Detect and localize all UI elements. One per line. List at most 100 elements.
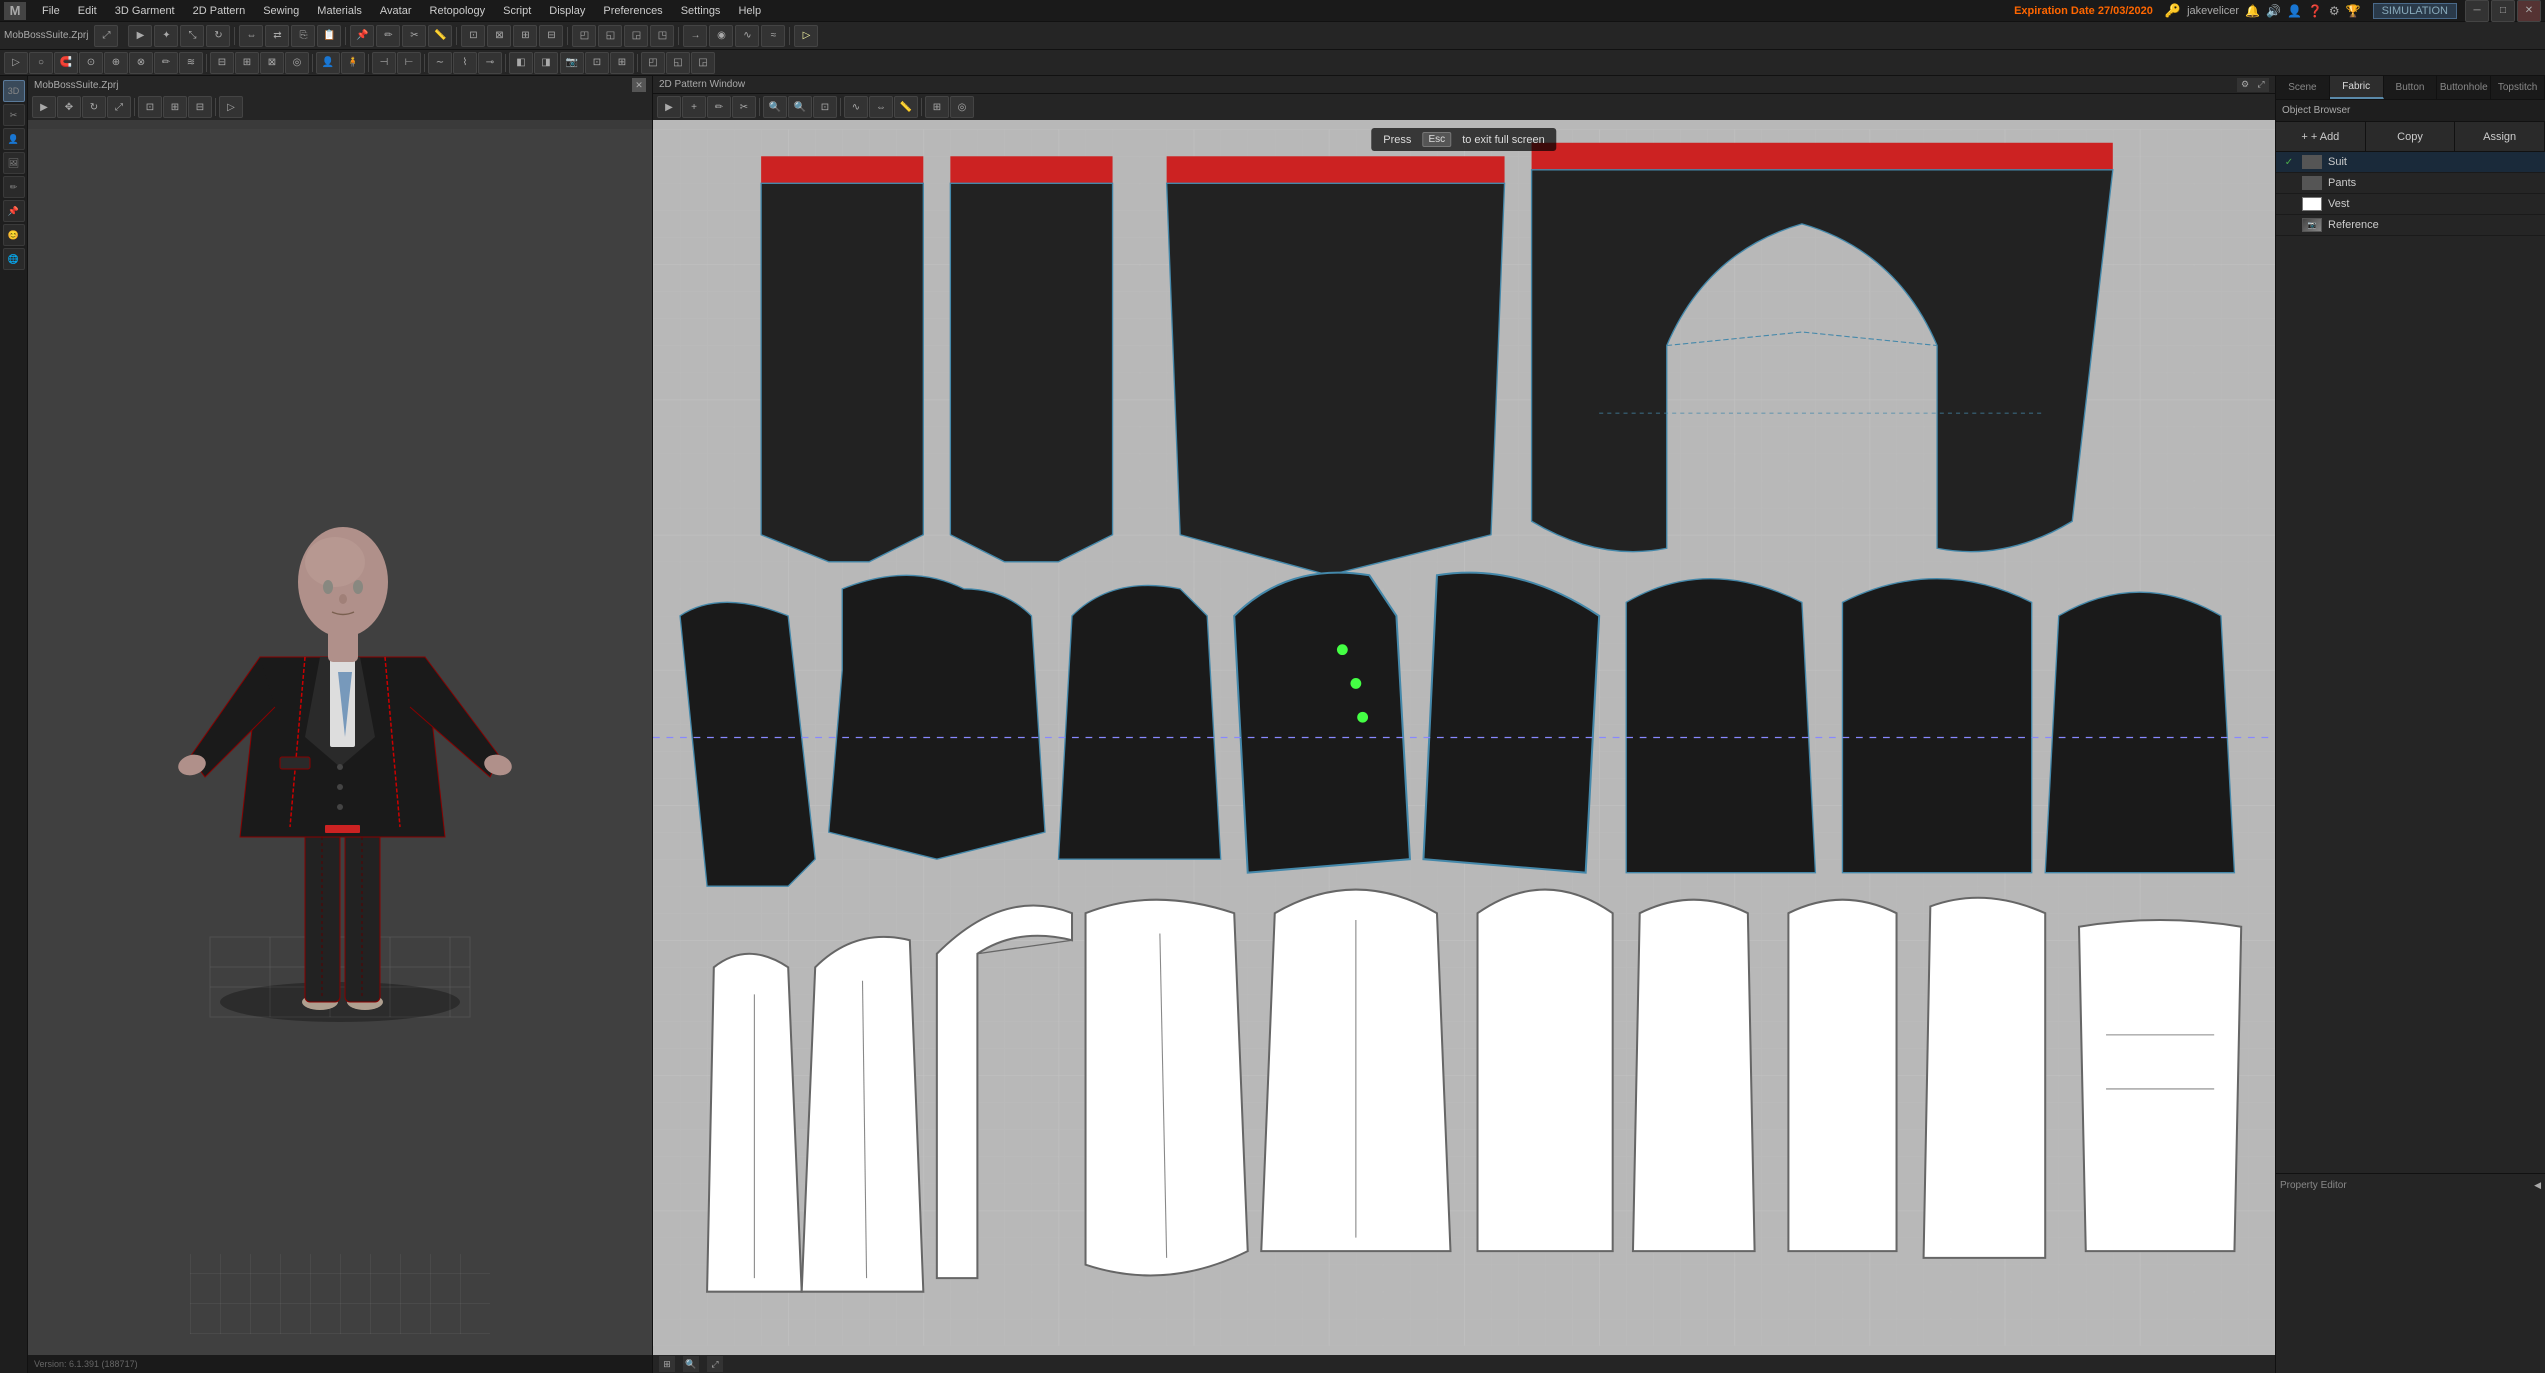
assign-button[interactable]: Assign <box>2455 122 2545 151</box>
tool-measure[interactable]: 📏 <box>428 25 452 47</box>
tool-render2[interactable]: ⊞ <box>610 52 634 74</box>
pt-select[interactable]: ▶ <box>657 96 681 118</box>
pattern-piece-jacket-back-left[interactable] <box>1626 579 1815 873</box>
tool-garment4[interactable]: ⊟ <box>539 25 563 47</box>
object-item-pants[interactable]: Pants <box>2276 173 2545 194</box>
tool-seam2[interactable]: ∼ <box>428 52 452 74</box>
tool-cloth4[interactable]: ◳ <box>650 25 674 47</box>
pattern-piece-jacket-front-left[interactable] <box>1234 573 1410 873</box>
menu-2d-pattern[interactable]: 2D Pattern <box>185 3 254 19</box>
tool-avatar1[interactable]: 👤 <box>316 52 340 74</box>
tool-layout1[interactable]: ◰ <box>641 52 665 74</box>
window-close-btn[interactable]: ✕ <box>2517 0 2541 22</box>
tool-topstitch[interactable]: ⌇ <box>453 52 477 74</box>
menu-script[interactable]: Script <box>495 3 539 19</box>
sidebar-face-icon[interactable]: 😊 <box>3 224 25 246</box>
object-item-vest[interactable]: Vest <box>2276 194 2545 215</box>
status-grid-icon[interactable]: ⊞ <box>659 1356 675 1372</box>
sidebar-texture-icon[interactable]: 🖼 <box>3 152 25 174</box>
vp-view3[interactable]: ⊟ <box>188 96 212 118</box>
menu-display[interactable]: Display <box>541 3 593 19</box>
property-collapse-btn[interactable]: ◀ <box>2534 1180 2541 1191</box>
tool-pin[interactable]: 📌 <box>350 25 374 47</box>
vp-view2[interactable]: ⊞ <box>163 96 187 118</box>
tool-cloth1[interactable]: ◰ <box>572 25 596 47</box>
tool-wrinkle[interactable]: ≋ <box>179 52 203 74</box>
tool-display1[interactable]: ◧ <box>509 52 533 74</box>
tool-select-all[interactable]: ▷ <box>4 52 28 74</box>
vp-sim-play[interactable]: ▷ <box>219 96 243 118</box>
menu-preferences[interactable]: Preferences <box>595 3 670 19</box>
status-fullscreen-icon[interactable]: ⤢ <box>707 1356 723 1372</box>
pattern-piece-vest-back-white[interactable] <box>1261 890 1450 1252</box>
pt-measure[interactable]: 📏 <box>894 96 918 118</box>
viewport-3d-close[interactable]: ✕ <box>632 78 646 92</box>
tab-button[interactable]: Button <box>2384 76 2438 99</box>
tool-layout3[interactable]: ◲ <box>691 52 715 74</box>
tab-topstitch[interactable]: Topstitch <box>2491 76 2545 99</box>
tool-garment2[interactable]: ⊠ <box>487 25 511 47</box>
pattern-piece-jacket-side-left[interactable] <box>1059 585 1221 859</box>
tool-cut[interactable]: ✂ <box>402 25 426 47</box>
tool-avatar2[interactable]: 🧍 <box>341 52 365 74</box>
pattern-piece-vest-21[interactable] <box>1924 898 2046 1258</box>
menu-help[interactable]: Help <box>730 3 769 19</box>
pattern-window-expand[interactable]: ⤢ <box>2253 78 2269 92</box>
minimize-btn[interactable]: ─ <box>2465 0 2489 22</box>
tool-arrow[interactable]: → <box>683 25 707 47</box>
pattern-piece-vest-20[interactable] <box>1788 900 1896 1251</box>
sidebar-pin-icon[interactable]: 📌 <box>3 200 25 222</box>
pattern-piece-vest-white-1[interactable] <box>707 954 802 1292</box>
tool-sculpt[interactable]: ⊠ <box>260 52 284 74</box>
user-profile-icon[interactable]: 👤 <box>2287 4 2302 18</box>
status-zoom-icon[interactable]: 🔍 <box>683 1356 699 1372</box>
pattern-piece-jacket-back-right[interactable] <box>1842 579 2031 873</box>
tab-fabric[interactable]: Fabric <box>2330 76 2384 99</box>
tab-scene[interactable]: Scene <box>2276 76 2330 99</box>
pattern-piece-sleeve-left[interactable] <box>2045 592 2234 872</box>
maximize-btn[interactable]: □ <box>2491 0 2515 22</box>
settings-icon[interactable]: ⚙ <box>2329 4 2340 18</box>
tool-pick[interactable]: ⊸ <box>478 52 502 74</box>
pattern-piece-vest-white-2[interactable] <box>802 937 924 1292</box>
vp-select[interactable]: ▶ <box>32 96 56 118</box>
pattern-piece-vest-18[interactable] <box>1478 890 1613 1252</box>
menu-retopology[interactable]: Retopology <box>422 3 494 19</box>
sidebar-avatar-icon[interactable]: 👤 <box>3 128 25 150</box>
tool-smooth[interactable]: ◎ <box>285 52 309 74</box>
pt-add[interactable]: + <box>682 96 706 118</box>
tool-brush1[interactable]: ⊙ <box>79 52 103 74</box>
pattern-piece-vest-19[interactable] <box>1633 900 1755 1251</box>
menu-3d-garment[interactable]: 3D Garment <box>107 3 183 19</box>
sidebar-edit-icon[interactable]: ✏ <box>3 176 25 198</box>
object-item-reference[interactable]: 📷 Reference <box>2276 215 2545 236</box>
tool-sim[interactable]: ▷ <box>794 25 818 47</box>
tool-mirror[interactable]: ⇔ <box>239 25 263 47</box>
tool-tuck[interactable]: ⊣ <box>372 52 396 74</box>
tool-camera[interactable]: 📷 <box>560 52 584 74</box>
pt-fit[interactable]: ⊡ <box>813 96 837 118</box>
tool-layout2[interactable]: ◱ <box>666 52 690 74</box>
menu-file[interactable]: File <box>34 3 68 19</box>
pt-grid[interactable]: ⊞ <box>925 96 949 118</box>
vp-view1[interactable]: ⊡ <box>138 96 162 118</box>
sidebar-globe-icon[interactable]: 🌐 <box>3 248 25 270</box>
pattern-piece-pant-front-right[interactable] <box>950 156 1112 562</box>
tool-node[interactable]: ◉ <box>709 25 733 47</box>
tool-garment1[interactable]: ⊡ <box>461 25 485 47</box>
pattern-piece-vest-back[interactable] <box>829 575 1045 859</box>
notification-icon[interactable]: 🔔 <box>2245 4 2260 18</box>
tool-seam[interactable]: ∿ <box>735 25 759 47</box>
tool-copy[interactable]: ⎘ <box>291 25 315 47</box>
pt-cut[interactable]: ✂ <box>732 96 756 118</box>
menu-sewing[interactable]: Sewing <box>255 3 307 19</box>
viewport-maximize-btn[interactable]: ⤢ <box>94 25 118 47</box>
tool-stitch[interactable]: ≈ <box>761 25 785 47</box>
tool-add[interactable]: ✦ <box>154 25 178 47</box>
menu-avatar[interactable]: Avatar <box>372 3 420 19</box>
tool-deform[interactable]: ⊞ <box>235 52 259 74</box>
menu-settings[interactable]: Settings <box>673 3 729 19</box>
tool-fold[interactable]: ⊢ <box>397 52 421 74</box>
pt-zoom-in[interactable]: 🔍 <box>763 96 787 118</box>
pt-edit[interactable]: ✏ <box>707 96 731 118</box>
